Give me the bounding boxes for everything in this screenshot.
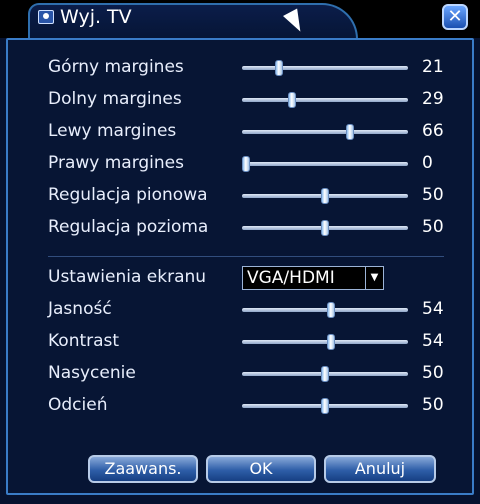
- slider-label: Jasność: [48, 299, 112, 319]
- close-button[interactable]: ✕: [442, 4, 468, 30]
- window-title: Wyj. TV: [60, 6, 132, 28]
- slider-row-right-margin: Prawy margines 0: [48, 152, 448, 176]
- slider-value: 0: [422, 153, 433, 173]
- slider-label: Regulacja pionowa: [48, 185, 208, 205]
- slider-row-top-margin: Górny margines 21: [48, 56, 448, 80]
- slider-value: 29: [422, 89, 444, 109]
- slider-thumb[interactable]: [327, 334, 335, 350]
- slider-thumb[interactable]: [321, 366, 329, 382]
- slider-track[interactable]: [242, 92, 408, 108]
- slider-track[interactable]: [242, 366, 408, 382]
- slider-value: 21: [422, 57, 444, 77]
- slider-track[interactable]: [242, 188, 408, 204]
- slider-track[interactable]: [242, 334, 408, 350]
- slider-label: Regulacja pozioma: [48, 217, 209, 237]
- slider-row-left-margin: Lewy margines 66: [48, 120, 448, 144]
- slider-track[interactable]: [242, 398, 408, 414]
- slider-thumb[interactable]: [275, 60, 283, 76]
- tv-output-dialog: Wyj. TV ✕ Górny margines 21 Dolny margin…: [0, 0, 480, 504]
- slider-label: Górny margines: [48, 57, 184, 77]
- slider-row-contrast: Kontrast 54: [48, 330, 448, 354]
- title-bar: Wyj. TV ✕: [0, 0, 480, 39]
- advanced-button[interactable]: Zaawans.: [88, 455, 198, 483]
- slider-track[interactable]: [242, 220, 408, 236]
- slider-row-horizontal-adjust: Regulacja pozioma 50: [48, 216, 448, 240]
- window-icon: [38, 10, 54, 24]
- slider-thumb[interactable]: [288, 92, 296, 108]
- slider-value: 50: [422, 217, 444, 237]
- slider-label: Lewy margines: [48, 121, 177, 141]
- chevron-down-icon[interactable]: ▼: [365, 267, 383, 289]
- slider-row-vertical-adjust: Regulacja pionowa 50: [48, 184, 448, 208]
- slider-value: 54: [422, 299, 444, 319]
- ok-button[interactable]: OK: [206, 455, 316, 483]
- display-setting-row: Ustawienia ekranu VGA/HDMI ▼: [48, 266, 448, 290]
- slider-thumb[interactable]: [242, 156, 250, 172]
- slider-thumb[interactable]: [346, 124, 354, 140]
- slider-value: 54: [422, 331, 444, 351]
- slider-track[interactable]: [242, 302, 408, 318]
- slider-row-brightness: Jasność 54: [48, 298, 448, 322]
- slider-label: Dolny margines: [48, 89, 182, 109]
- slider-track[interactable]: [242, 60, 408, 76]
- section-divider: [48, 256, 444, 257]
- slider-label: Nasycenie: [48, 363, 136, 383]
- slider-value: 66: [422, 121, 444, 141]
- display-setting-label: Ustawienia ekranu: [48, 267, 207, 287]
- display-mode-value: VGA/HDMI: [247, 268, 335, 288]
- slider-thumb[interactable]: [327, 302, 335, 318]
- slider-value: 50: [422, 185, 444, 205]
- cancel-button[interactable]: Anuluj: [324, 455, 436, 483]
- slider-label: Kontrast: [48, 331, 120, 351]
- slider-thumb[interactable]: [321, 220, 329, 236]
- slider-track[interactable]: [242, 124, 408, 140]
- slider-row-bottom-margin: Dolny margines 29: [48, 88, 448, 112]
- slider-label: Odcień: [48, 395, 108, 415]
- slider-row-hue: Odcień 50: [48, 394, 448, 418]
- slider-value: 50: [422, 363, 444, 383]
- slider-row-saturation: Nasycenie 50: [48, 362, 448, 386]
- display-mode-select[interactable]: VGA/HDMI ▼: [242, 266, 384, 290]
- slider-thumb[interactable]: [321, 398, 329, 414]
- slider-value: 50: [422, 395, 444, 415]
- slider-track[interactable]: [242, 156, 408, 172]
- slider-thumb[interactable]: [321, 188, 329, 204]
- slider-label: Prawy margines: [48, 153, 184, 173]
